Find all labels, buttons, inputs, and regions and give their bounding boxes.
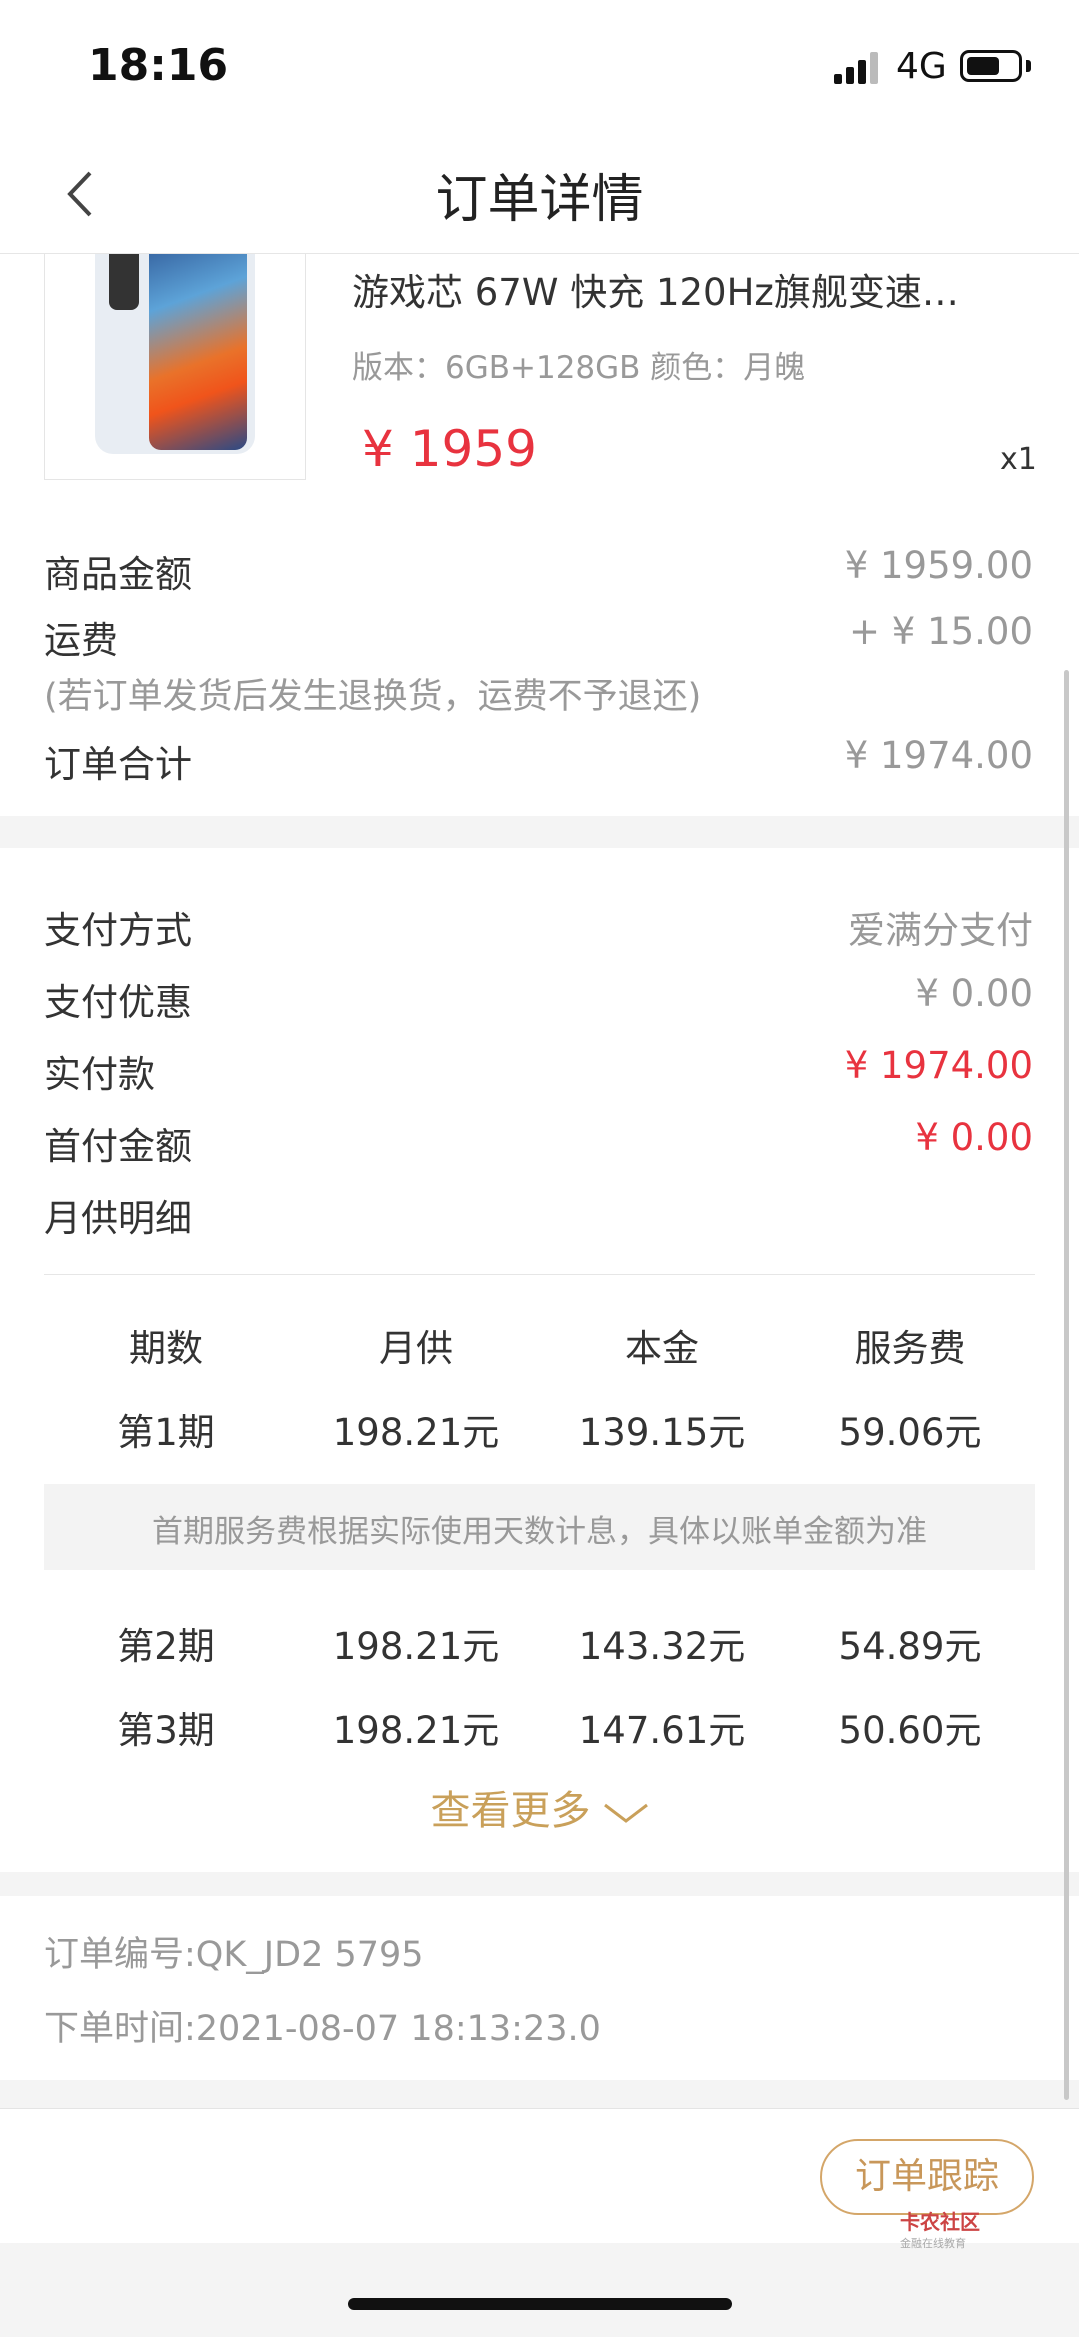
col-header-fee: 服务费 bbox=[854, 1327, 966, 1370]
status-bar: 18:16 4G bbox=[0, 0, 1079, 135]
table-cell: 198.21元 bbox=[332, 1709, 500, 1752]
table-cell: 第1期 bbox=[117, 1411, 215, 1454]
camera-module bbox=[109, 254, 139, 310]
goods-amount-label: 商品金额 bbox=[44, 553, 192, 596]
tip-text: 首期服务费根据实际使用天数计息，具体以账单金额为准 bbox=[152, 1514, 927, 1550]
status-time: 18:16 bbox=[88, 40, 229, 91]
product-price: ¥ 1959 bbox=[362, 420, 537, 478]
divider bbox=[44, 1274, 1035, 1275]
table-cell: 143.32元 bbox=[578, 1625, 746, 1668]
network-label: 4G bbox=[896, 46, 947, 87]
first-period-tip: 首期服务费根据实际使用天数计息，具体以账单金额为准 bbox=[44, 1484, 1035, 1570]
product-card: 游戏芯 67W 快充 120Hz旗舰变速… 版本：6GB+128GB 颜色：月魄… bbox=[0, 254, 1079, 816]
battery-tip bbox=[1026, 60, 1031, 72]
table-cell: 198.21元 bbox=[332, 1625, 500, 1668]
shipping-value: + ¥ 15.00 bbox=[849, 610, 1033, 653]
order-time: 下单时间:2021-08-07 18:13:23.0 bbox=[44, 2009, 601, 2049]
col-header-monthly: 月供 bbox=[379, 1327, 453, 1370]
table-cell: 59.06元 bbox=[838, 1411, 982, 1454]
watermark: 卡农社区 金融在线教育 bbox=[900, 2206, 980, 2251]
payment-card: 支付方式 爱满分支付 支付优惠 ¥ 0.00 实付款 ¥ 1974.00 首付金… bbox=[0, 848, 1079, 1872]
product-spec: 版本：6GB+128GB 颜色：月魄 bbox=[352, 350, 806, 386]
watermark-subtitle: 金融在线教育 bbox=[900, 2237, 966, 2250]
table-cell: 第2期 bbox=[117, 1625, 215, 1668]
signal-icon bbox=[834, 52, 880, 84]
table-cell: 50.60元 bbox=[838, 1709, 982, 1752]
product-title[interactable]: 游戏芯 67W 快充 120Hz旗舰变速… bbox=[352, 262, 959, 316]
payment-discount-value: ¥ 0.00 bbox=[915, 972, 1033, 1015]
nav-bar: 订单详情 bbox=[0, 135, 1079, 254]
shipping-note: (若订单发货后发生退换货，运费不予退还) bbox=[44, 677, 702, 717]
product-thumbnail[interactable] bbox=[44, 254, 306, 480]
payment-method-label: 支付方式 bbox=[44, 909, 192, 952]
table-cell: 198.21元 bbox=[332, 1411, 500, 1454]
order-number: 订单编号:QK_JD2 5795 bbox=[44, 1935, 424, 1975]
col-header-principal: 本金 bbox=[625, 1327, 699, 1370]
chevron-down-icon bbox=[603, 1803, 648, 1823]
view-more-label: 查看更多 bbox=[430, 1788, 591, 1834]
table-cell: 第3期 bbox=[117, 1709, 215, 1752]
watermark-title: 卡农社区 bbox=[900, 2210, 980, 2234]
goods-amount-value: ¥ 1959.00 bbox=[844, 544, 1033, 587]
order-tracking-button[interactable]: 订单跟踪 bbox=[820, 2139, 1034, 2215]
phone-screen-image bbox=[149, 254, 247, 450]
view-more-button[interactable]: 查看更多 bbox=[0, 1778, 1079, 1836]
shipping-label: 运费 bbox=[44, 619, 118, 662]
scrollbar[interactable] bbox=[1064, 670, 1069, 2100]
monthly-detail-label: 月供明细 bbox=[44, 1197, 192, 1240]
table-cell: 147.61元 bbox=[578, 1709, 746, 1752]
product-quantity: x1 bbox=[1000, 442, 1037, 477]
col-header-period: 期数 bbox=[129, 1327, 203, 1370]
paid-amount-value: ¥ 1974.00 bbox=[844, 1044, 1033, 1087]
payment-method-value: 爱满分支付 bbox=[848, 909, 1033, 952]
down-payment-value: ¥ 0.00 bbox=[915, 1116, 1033, 1159]
payment-discount-label: 支付优惠 bbox=[44, 981, 192, 1024]
table-cell: 139.15元 bbox=[578, 1411, 746, 1454]
battery-icon bbox=[960, 50, 1022, 82]
order-total-value: ¥ 1974.00 bbox=[844, 734, 1033, 777]
order-total-label: 订单合计 bbox=[44, 743, 192, 786]
paid-amount-label: 实付款 bbox=[44, 1053, 155, 1096]
table-cell: 54.89元 bbox=[838, 1625, 982, 1668]
home-indicator[interactable] bbox=[348, 2298, 732, 2310]
down-payment-label: 首付金额 bbox=[44, 1125, 192, 1168]
order-info-card: 订单编号:QK_JD2 5795 下单时间:2021-08-07 18:13:2… bbox=[0, 1896, 1079, 2080]
page-title: 订单详情 bbox=[435, 170, 644, 230]
